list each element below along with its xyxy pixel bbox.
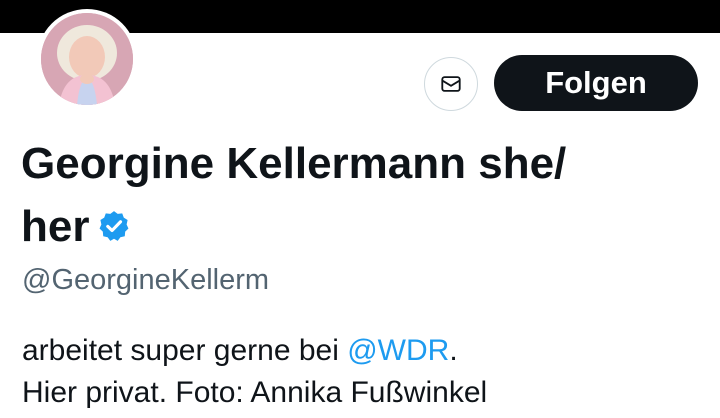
bio-text-prefix: arbeitet super gerne bei [22,334,348,367]
display-name: Georgine Kellermann she/ her [21,132,701,258]
bio-line-2: Hier privat. Foto: Annika Fußwinkel [22,376,488,409]
profile-handle: @GeorgineKellerm [22,264,270,296]
follow-button-label: Folgen [545,65,647,100]
profile-bio: arbeitet super gerne bei @WDR. Hier priv… [22,330,702,414]
display-name-line1: Georgine Kellermann she/ [21,139,567,188]
verified-badge-icon[interactable] [97,197,131,241]
bio-line-1: arbeitet super gerne bei @WDR. [22,330,702,372]
follow-button[interactable]: Folgen [494,55,698,111]
display-name-line2: her [21,195,701,258]
message-button[interactable] [424,57,478,111]
display-name-line2-text: her [21,202,90,251]
avatar[interactable] [37,9,137,109]
envelope-icon [441,76,461,92]
bio-mention-link[interactable]: @WDR [347,334,449,367]
avatar-image [41,13,133,105]
bio-text-suffix: . [449,334,458,367]
